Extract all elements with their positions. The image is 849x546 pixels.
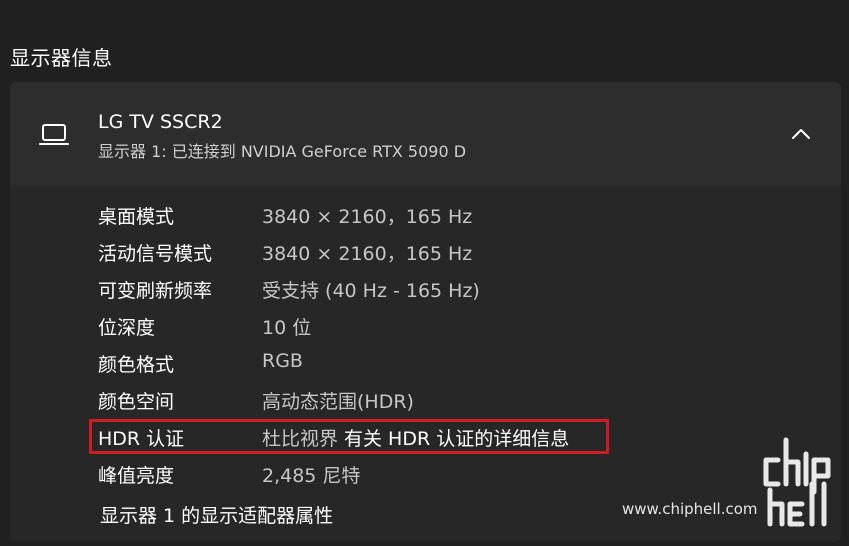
info-row-color-space: 颜色空间 高动态范围(HDR) <box>98 387 798 417</box>
display-header[interactable]: LG TV SSCR2 显示器 1: 已连接到 NVIDIA GeForce R… <box>10 82 841 186</box>
info-row-variable-refresh: 可变刷新频率 受支持 (40 Hz - 165 Hz) <box>98 276 798 306</box>
info-value: RGB <box>262 350 303 372</box>
info-value: 3840 × 2160，165 Hz <box>262 206 473 228</box>
info-value: 10 位 <box>262 317 312 339</box>
info-label: 活动信号模式 <box>98 243 213 265</box>
info-label: 颜色格式 <box>98 354 175 376</box>
chiphell-watermark: www.chiphell.com <box>620 432 840 532</box>
info-label: 桌面模式 <box>98 206 175 228</box>
info-row-desktop-mode: 桌面模式 3840 × 2160，165 Hz <box>98 202 798 232</box>
info-label: 颜色空间 <box>98 391 175 413</box>
info-value: 3840 × 2160，165 Hz <box>262 243 473 265</box>
info-row-active-signal: 活动信号模式 3840 × 2160，165 Hz <box>98 239 798 269</box>
info-value: 受支持 (40 Hz - 165 Hz) <box>262 280 480 302</box>
chevron-up-icon[interactable] <box>790 124 812 144</box>
watermark-url: www.chiphell.com <box>622 500 758 518</box>
info-row-bit-depth: 位深度 10 位 <box>98 313 798 343</box>
section-title: 显示器信息 <box>10 46 113 70</box>
highlight-box <box>89 419 609 454</box>
display-subtitle: 显示器 1: 已连接到 NVIDIA GeForce RTX 5090 D <box>98 142 467 161</box>
info-row-color-format: 颜色格式 RGB <box>98 350 798 380</box>
adapter-properties-link[interactable]: 显示器 1 的显示适配器属性 <box>100 501 333 528</box>
info-label: 峰值亮度 <box>98 465 175 487</box>
info-label: 可变刷新频率 <box>98 280 213 302</box>
info-value: 2,485 尼特 <box>262 465 361 487</box>
info-label: 位深度 <box>98 317 156 339</box>
laptop-icon <box>39 124 69 145</box>
info-value: 高动态范围(HDR) <box>262 391 414 413</box>
display-name: LG TV SSCR2 <box>98 111 223 133</box>
